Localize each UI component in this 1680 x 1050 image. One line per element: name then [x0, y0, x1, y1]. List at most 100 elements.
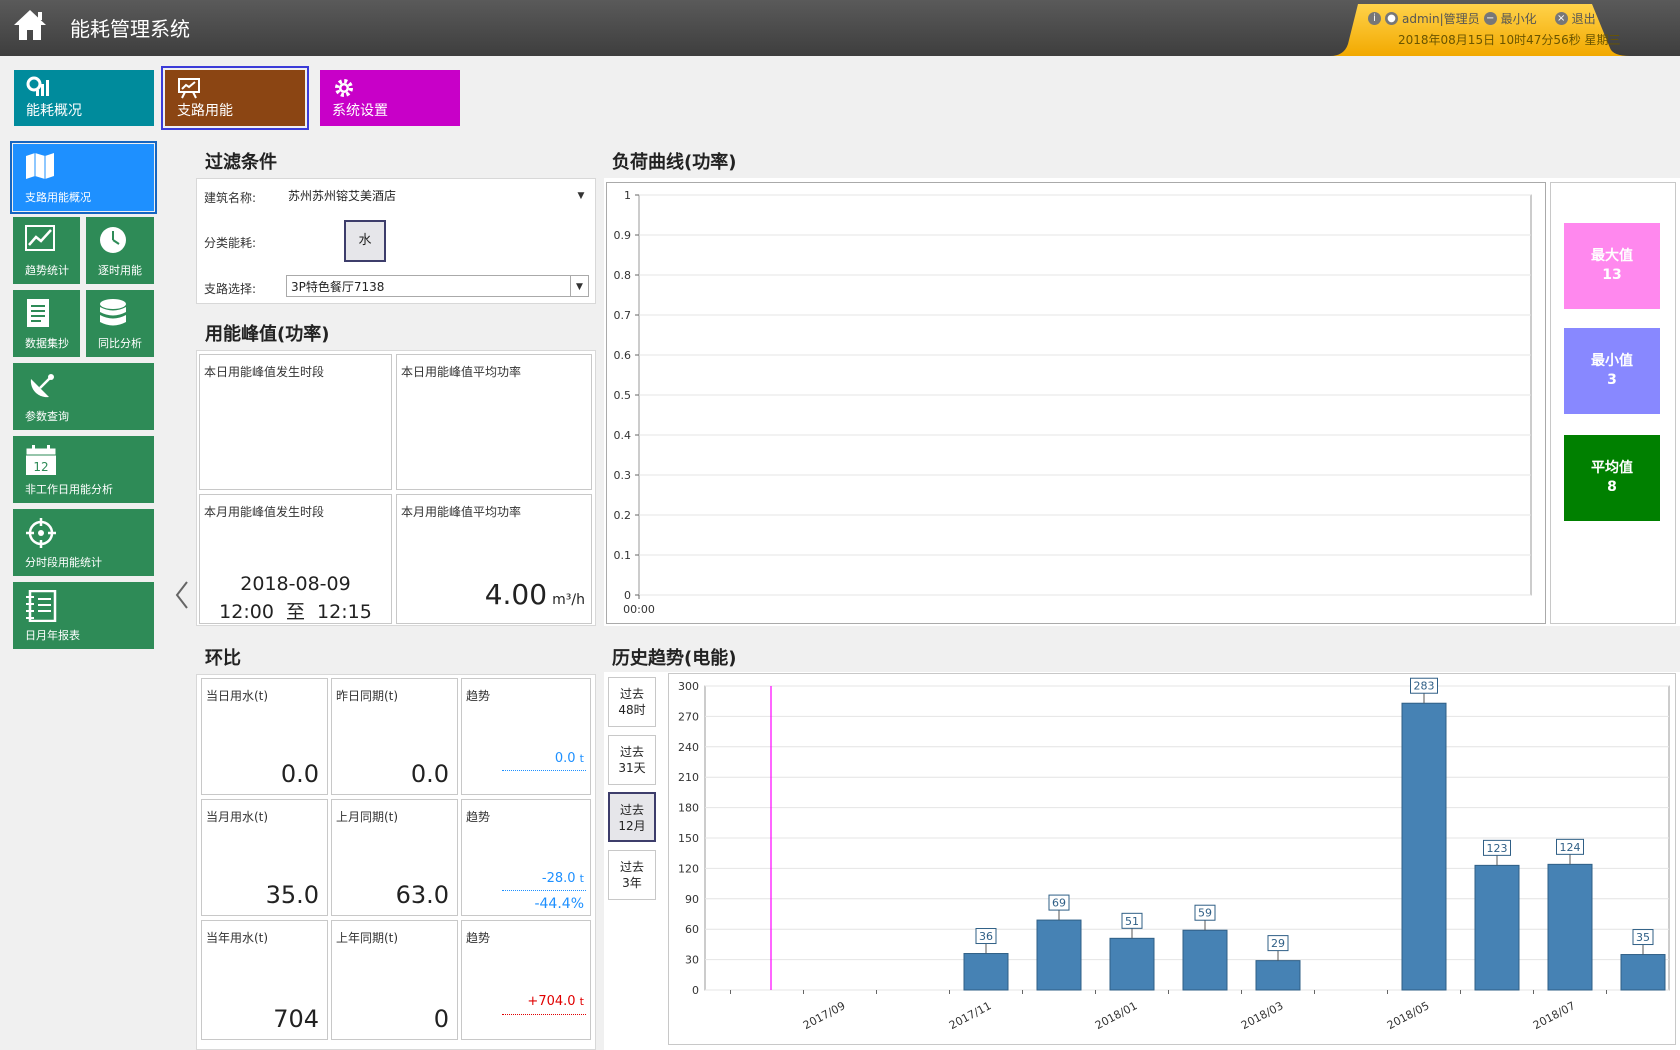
sidebar-item-parameter-query[interactable]: 参数查询	[13, 363, 154, 430]
bar	[1401, 702, 1447, 991]
chevron-down-icon[interactable]: ▼	[570, 276, 588, 296]
sidebar-item-label: 分时段用能统计	[25, 556, 102, 569]
day-trend-card: 趋势 0.0 t	[461, 678, 591, 795]
y-tick-label: 0.4	[614, 429, 632, 442]
x-tick-label: 2017/09	[801, 999, 847, 1032]
branch-value: 3P特色餐厅7138	[291, 280, 385, 294]
bar	[963, 953, 1009, 991]
collapse-sidebar-arrow[interactable]	[174, 580, 190, 610]
chevron-down-icon[interactable]: ▼	[572, 185, 590, 205]
range-3y-button[interactable]: 过去 3年	[608, 850, 656, 900]
data-label: 124	[1560, 841, 1581, 854]
current-datetime: 2018年08月15日 10时47分56秒 星期三	[1398, 33, 1621, 47]
range-line1: 过去	[619, 687, 644, 701]
home-icon[interactable]	[12, 8, 48, 42]
user-panel: i ● admin|管理员 − 最小化 × 退出 2018年08月15日 10时…	[1330, 4, 1680, 56]
history-chart-frame: 0 30 60 90 120 150 180 210 240 270 300 36 69 51 59 29 28…	[668, 673, 1676, 1045]
today-usage-card: 当日用水(t) 0.0	[201, 678, 328, 795]
card-label: 趋势	[466, 810, 491, 824]
card-label: 当月用水(t)	[206, 810, 269, 824]
building-select[interactable]: 苏州苏州镕艾美酒店 ▼	[284, 185, 590, 207]
trend-value-wrap: +704.0 t	[527, 994, 584, 1009]
y-tick-label: 270	[678, 710, 699, 723]
y-tick-label: 30	[685, 954, 699, 967]
data-label: 123	[1487, 842, 1508, 855]
month-peak-to-word: 至	[285, 601, 305, 623]
card-label: 趋势	[466, 931, 491, 945]
tab-energy-overview[interactable]: 能耗概况	[14, 70, 154, 126]
map-icon	[26, 153, 54, 179]
card-label: 趋势	[466, 689, 491, 703]
y-tick-label: 180	[678, 802, 699, 815]
month-peak-from: 12:00	[219, 601, 274, 623]
minimize-icon[interactable]: −	[1483, 12, 1497, 25]
card-label: 本日用能峰值平均功率	[401, 365, 522, 379]
sidebar-item-label: 日月年报表	[25, 629, 80, 642]
close-icon[interactable]: ×	[1554, 12, 1568, 25]
y-tick-label: 1	[624, 189, 631, 202]
sidebar-item-report[interactable]: 日月年报表	[13, 582, 154, 649]
card-value: 0.0	[410, 760, 449, 788]
month-peak-time-card: 本月用能峰值发生时段 2018-08-09 12:00 至 12:15	[199, 494, 392, 624]
month-peak-avg-value: 4.00	[484, 578, 548, 611]
info-icon[interactable]: i	[1368, 12, 1381, 25]
range-line2: 31天	[618, 761, 646, 775]
range-31d-button[interactable]: 过去 31天	[608, 735, 656, 785]
sidebar-item-timeslot[interactable]: 分时段用能统计	[13, 509, 154, 576]
water-category-button[interactable]: 水	[344, 220, 386, 262]
range-12m-button[interactable]: 过去 12月	[608, 792, 656, 842]
trend-value: -28.0	[541, 871, 576, 886]
trend-value: +704.0	[527, 994, 576, 1009]
data-label: 59	[1198, 907, 1212, 920]
branch-select[interactable]: 3P特色餐厅7138 ▼	[286, 275, 589, 297]
card-value: 35.0	[265, 881, 319, 909]
sidebar-item-trend[interactable]: 趋势统计	[13, 217, 80, 284]
data-label: 36	[979, 930, 993, 943]
tab-energy-overview-label: 能耗概况	[26, 103, 82, 119]
max-value: 13	[1602, 267, 1622, 283]
bar	[1109, 937, 1155, 991]
month-usage-card: 当月用水(t) 35.0	[201, 799, 328, 916]
sidebar-item-hourly[interactable]: 逐时用能	[86, 217, 154, 284]
minimize-button[interactable]: 最小化	[1501, 10, 1537, 27]
y-tick-label: 0.7	[614, 309, 632, 322]
y-tick-label: 0.6	[614, 349, 632, 362]
sidebar-item-data-reading[interactable]: 数据集抄	[13, 290, 80, 357]
tab-branch-energy[interactable]: 支路用能	[161, 66, 309, 130]
sidebar-item-yoy[interactable]: 同比分析	[86, 290, 154, 357]
data-label: 283	[1414, 680, 1435, 693]
tab-branch-energy-label: 支路用能	[177, 103, 233, 119]
peak-title: 用能峰值(功率)	[205, 324, 330, 345]
range-48h-button[interactable]: 过去 48时	[608, 677, 656, 727]
x-tick-label: 2018/07	[1531, 999, 1577, 1032]
tab-system-settings[interactable]: 系统设置	[320, 70, 460, 126]
y-tick-label: 300	[678, 680, 699, 693]
y-tick-label: 0	[624, 589, 631, 602]
logout-button[interactable]: 退出	[1572, 10, 1596, 27]
notebook-icon	[26, 590, 57, 622]
avg-value: 8	[1607, 479, 1617, 495]
month-peak-avg-value-wrap: 4.00 m³/h	[485, 578, 585, 611]
sidebar-item-branch-overview[interactable]: 支路用能概况	[10, 141, 157, 214]
app-title: 能耗管理系统	[70, 17, 190, 41]
month-peak-date: 2018-08-09	[240, 573, 351, 595]
trend-unit: t	[579, 995, 584, 1008]
y-tick-label: 0.9	[614, 229, 632, 242]
y-tick-label: 0.8	[614, 269, 632, 282]
sidebar-item-nonworkday[interactable]: 12 非工作日用能分析	[13, 436, 154, 503]
y-tick-label: 0.2	[614, 509, 632, 522]
trend-percent: -44.4%	[534, 896, 584, 912]
card-label: 上年同期(t)	[336, 931, 399, 945]
x-tick-label: 00:00	[623, 603, 655, 616]
trend-value-wrap: -28.0 t	[542, 871, 584, 886]
y-tick-label: 210	[678, 771, 699, 784]
user-name: admin|管理员	[1402, 12, 1480, 26]
bar	[1620, 954, 1666, 991]
gear-icon	[335, 79, 353, 97]
range-line1: 过去	[619, 860, 644, 874]
trend-unit: t	[579, 752, 584, 765]
avg-value-box: 平均值 8	[1564, 435, 1660, 521]
y-tick-label: 0.1	[614, 549, 632, 562]
today-peak-time-card: 本日用能峰值发生时段	[199, 354, 392, 490]
presentation-icon	[178, 78, 200, 99]
